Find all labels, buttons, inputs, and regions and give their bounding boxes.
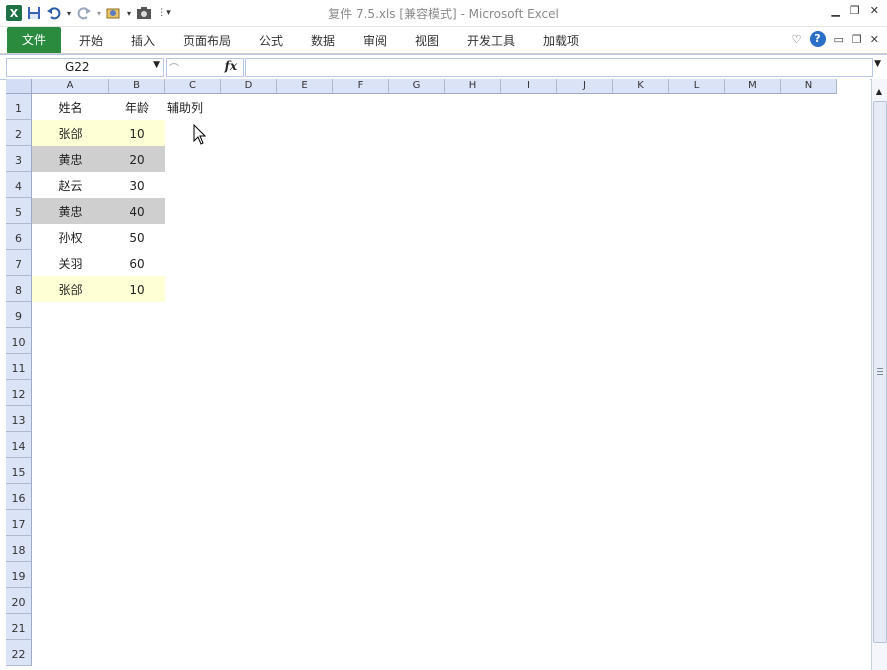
- window-controls: ▁ ❐ ✕: [831, 4, 879, 17]
- window-title: 复件 7.5.xls [兼容模式] - Microsoft Excel: [328, 7, 559, 21]
- insert-function-button[interactable]: fx: [225, 59, 237, 73]
- workbook-close-icon[interactable]: ✕: [870, 33, 879, 46]
- vertical-scrollbar[interactable]: ▲: [871, 79, 887, 670]
- tab-data[interactable]: 数据: [311, 32, 335, 49]
- column-header-c[interactable]: C: [165, 79, 221, 94]
- row-header-7[interactable]: 7: [6, 250, 32, 276]
- minimize-icon[interactable]: ▁: [831, 4, 839, 17]
- worksheet-grid: ABCDEFGHIJKLMN 1 2 3 4 5 6 7 8 9 10 11 12 13 14 15 16 17…: [6, 79, 870, 670]
- cell-a4[interactable]: 赵云: [32, 172, 109, 198]
- column-header-a[interactable]: A: [32, 79, 109, 94]
- row-header-22[interactable]: 22: [6, 640, 32, 666]
- collapse-ribbon-icon[interactable]: ♡: [792, 33, 802, 46]
- cell-a2[interactable]: 张郃: [32, 120, 109, 146]
- cell-a8[interactable]: 张郃: [32, 276, 109, 302]
- column-header-h[interactable]: H: [445, 79, 501, 94]
- row-header-18[interactable]: 18: [6, 536, 32, 562]
- ribbon-tabs: 文件 开始 插入 页面布局 公式 数据 审阅 视图 开发工具 加载项 ♡ ? ▭…: [0, 27, 887, 54]
- workbook-minimize-icon[interactable]: ▭: [834, 33, 844, 46]
- tab-view[interactable]: 视图: [415, 32, 439, 49]
- scrollbar-grip-line: [877, 368, 883, 369]
- column-header-j[interactable]: J: [557, 79, 613, 94]
- cell-a6[interactable]: 孙权: [32, 224, 109, 250]
- cell-b5[interactable]: 40: [109, 198, 165, 224]
- cell-c1[interactable]: 辅助列: [165, 94, 221, 120]
- row-header-9[interactable]: 9: [6, 302, 32, 328]
- expand-formula-bar-icon[interactable]: ▼: [874, 59, 881, 69]
- row-header-15[interactable]: 15: [6, 458, 32, 484]
- row-header-3[interactable]: 3: [6, 146, 32, 172]
- scrollbar-thumb[interactable]: [873, 101, 887, 643]
- column-header-l[interactable]: L: [669, 79, 725, 94]
- row-header-17[interactable]: 17: [6, 510, 32, 536]
- column-header-k[interactable]: K: [613, 79, 669, 94]
- column-header-i[interactable]: I: [501, 79, 557, 94]
- name-box-dropdown-icon[interactable]: ▼: [153, 60, 160, 70]
- row-header-16[interactable]: 16: [6, 484, 32, 510]
- cell-b3[interactable]: 20: [109, 146, 165, 172]
- formula-function-area: ⌒ fx: [166, 58, 244, 77]
- row-header-6[interactable]: 6: [6, 224, 32, 250]
- name-box[interactable]: G22 ▼: [6, 58, 164, 77]
- column-header-b[interactable]: B: [109, 79, 165, 94]
- help-icon[interactable]: ?: [809, 31, 826, 47]
- scrollbar-grip-line: [877, 371, 883, 372]
- cell-a1[interactable]: 姓名: [32, 94, 109, 120]
- cell-b4[interactable]: 30: [109, 172, 165, 198]
- row-header-13[interactable]: 13: [6, 406, 32, 432]
- row-header-5[interactable]: 5: [6, 198, 32, 224]
- cell-b6[interactable]: 50: [109, 224, 165, 250]
- ribbon-right-controls: ♡ ? ▭ ❐ ✕: [792, 31, 879, 47]
- select-all-corner[interactable]: [6, 79, 32, 94]
- tab-formulas[interactable]: 公式: [259, 32, 283, 49]
- row-header-8[interactable]: 8: [6, 276, 32, 302]
- row-header-21[interactable]: 21: [6, 614, 32, 640]
- close-icon[interactable]: ✕: [870, 4, 879, 17]
- column-header-f[interactable]: F: [333, 79, 389, 94]
- scroll-up-icon[interactable]: ▲: [874, 87, 884, 97]
- workbook-restore-icon[interactable]: ❐: [852, 33, 862, 46]
- column-header-d[interactable]: D: [221, 79, 277, 94]
- formula-resize-handle-icon[interactable]: ⌒: [169, 60, 179, 75]
- restore-icon[interactable]: ❐: [850, 4, 860, 17]
- row-header-20[interactable]: 20: [6, 588, 32, 614]
- tab-home[interactable]: 开始: [79, 32, 103, 49]
- mouse-pointer-icon: [193, 124, 207, 145]
- cell-a3[interactable]: 黄忠: [32, 146, 109, 172]
- cell-b1[interactable]: 年龄: [109, 94, 165, 120]
- formula-input[interactable]: [245, 58, 873, 77]
- name-box-value: G22: [65, 60, 90, 74]
- column-header-m[interactable]: M: [725, 79, 781, 94]
- tab-addins[interactable]: 加载项: [543, 32, 579, 49]
- column-header-g[interactable]: G: [389, 79, 445, 94]
- row-header-10[interactable]: 10: [6, 328, 32, 354]
- title-bar: X ▾ ▾ ▾ ⋮▾ 复件 7.5.xls [兼容模式] - Microsoft…: [0, 0, 887, 27]
- row-header-14[interactable]: 14: [6, 432, 32, 458]
- row-header-1[interactable]: 1: [6, 94, 32, 120]
- formula-bar: G22 ▼ ⌒ fx ▼: [0, 54, 887, 80]
- row-header-12[interactable]: 12: [6, 380, 32, 406]
- column-header-n[interactable]: N: [781, 79, 837, 94]
- tab-page-layout[interactable]: 页面布局: [183, 32, 231, 49]
- tab-insert[interactable]: 插入: [131, 32, 155, 49]
- cell-b8[interactable]: 10: [109, 276, 165, 302]
- cell-a7[interactable]: 关羽: [32, 250, 109, 276]
- column-header-e[interactable]: E: [277, 79, 333, 94]
- tab-review[interactable]: 审阅: [363, 32, 387, 49]
- cell-b2[interactable]: 10: [109, 120, 165, 146]
- tab-developer[interactable]: 开发工具: [467, 32, 515, 49]
- cell-b7[interactable]: 60: [109, 250, 165, 276]
- row-header-11[interactable]: 11: [6, 354, 32, 380]
- row-header-2[interactable]: 2: [6, 120, 32, 146]
- row-header-19[interactable]: 19: [6, 562, 32, 588]
- tab-file[interactable]: 文件: [7, 27, 61, 53]
- row-header-4[interactable]: 4: [6, 172, 32, 198]
- scrollbar-grip-line: [877, 374, 883, 375]
- cell-a5[interactable]: 黄忠: [32, 198, 109, 224]
